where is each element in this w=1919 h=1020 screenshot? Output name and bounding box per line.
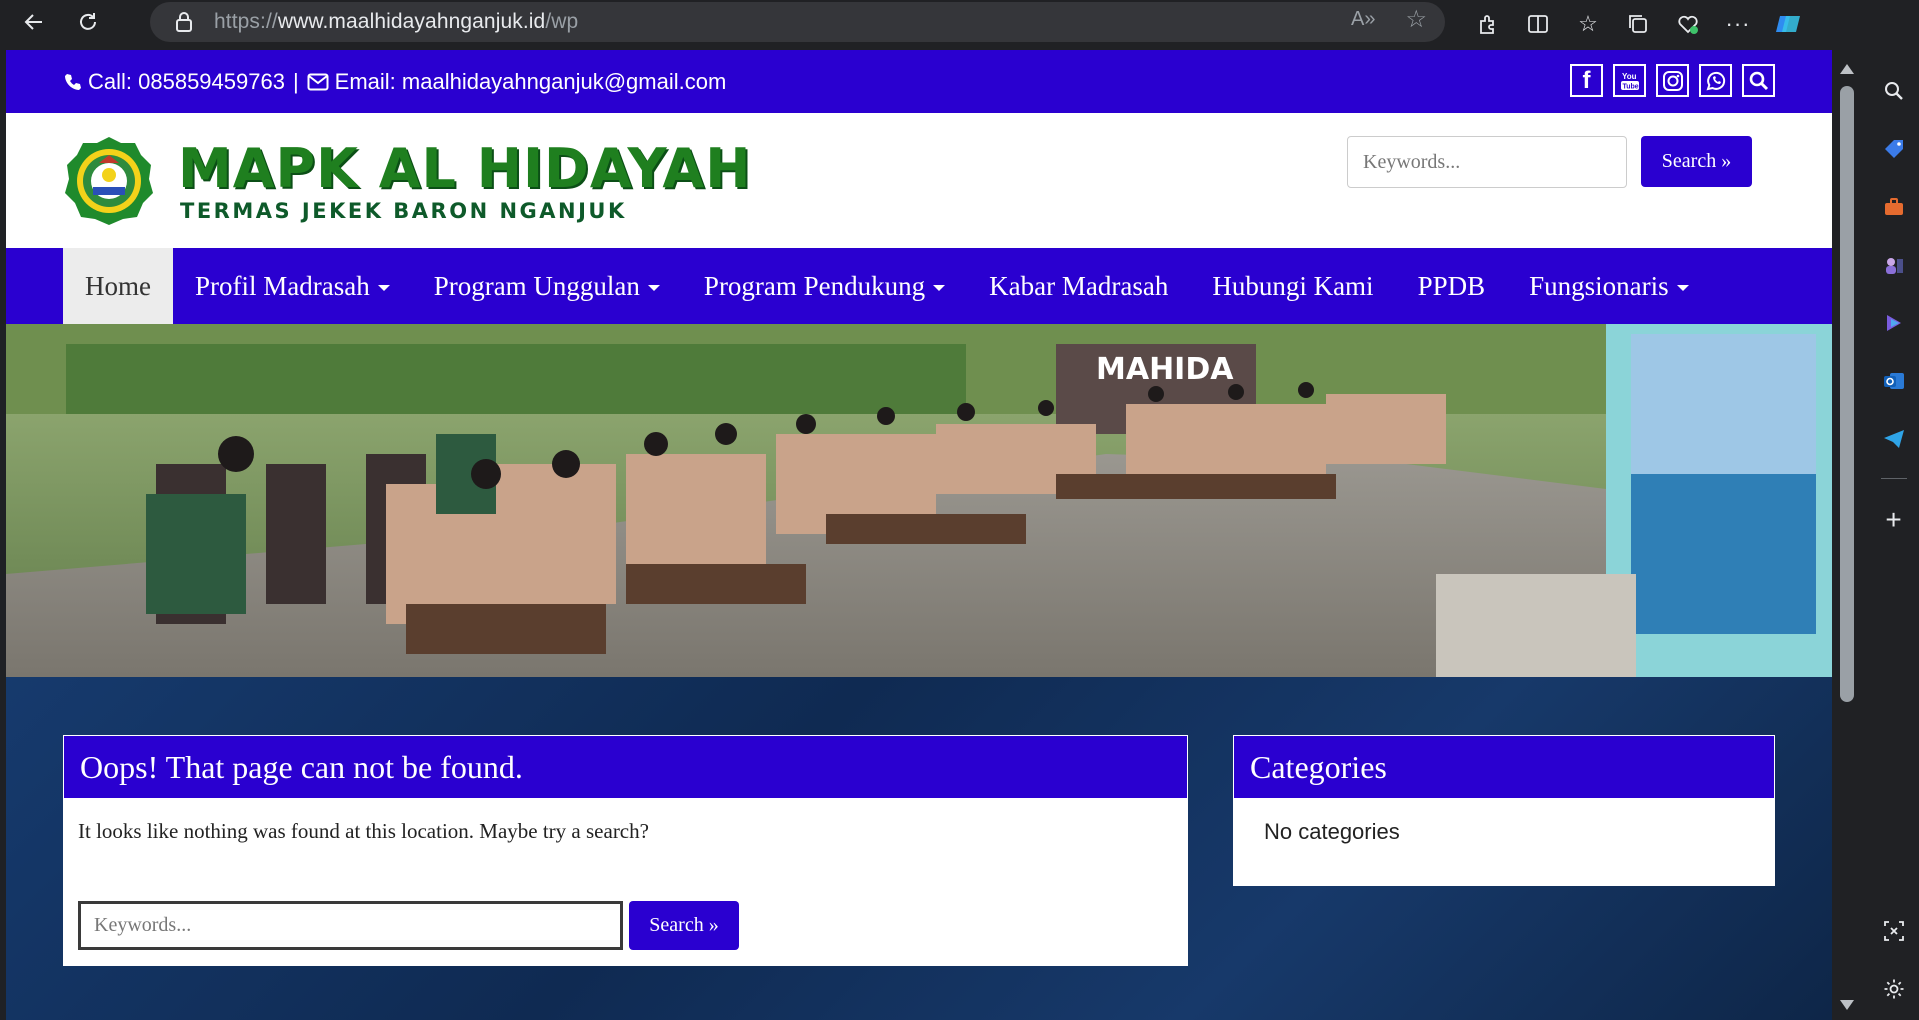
nav-item-label: Home	[85, 270, 151, 301]
browser-essentials-icon[interactable]	[1668, 4, 1708, 44]
caret-down-icon	[1676, 284, 1689, 291]
contact-phone: Call: 085859459763	[88, 68, 285, 94]
nav-item-fungsionaris[interactable]: Fungsionaris	[1507, 248, 1711, 324]
social-links: f You Tube	[1570, 64, 1775, 97]
favorites-icon[interactable]: ☆	[1568, 4, 1608, 44]
edge-sidebar: +	[1868, 50, 1919, 1020]
categories-title: Categories	[1233, 735, 1775, 799]
hero-photo: MAHIDA	[6, 324, 1832, 677]
brand-subtitle: TERMAS JEKEK BARON NGANJUK	[180, 199, 627, 223]
copilot-sidebar-icon[interactable]	[1877, 306, 1911, 340]
facebook-icon[interactable]: f	[1570, 64, 1603, 97]
nav-item-label: Profil Madrasah	[194, 270, 370, 301]
instagram-icon[interactable]	[1656, 64, 1689, 97]
categories-widget: Categories No categories	[1233, 735, 1775, 886]
nav-item-label: PPDB	[1417, 270, 1486, 301]
caret-down-icon	[647, 284, 660, 291]
nav-item-label: Program Unggulan	[433, 270, 640, 301]
nav-item-kabar-madrasah[interactable]: Kabar Madrasah	[967, 248, 1190, 324]
extensions-icon[interactable]	[1468, 4, 1508, 44]
add-sidebar-app-icon[interactable]: +	[1877, 503, 1911, 537]
not-found-message: It looks like nothing was found at this …	[78, 819, 649, 843]
sidebar-divider	[1880, 478, 1907, 479]
page-search-button[interactable]: Search »	[629, 901, 739, 950]
youtube-icon[interactable]: You Tube	[1613, 64, 1646, 97]
nav-item-program-pendukung[interactable]: Program Pendukung	[682, 248, 967, 324]
read-aloud-icon[interactable]: A»	[1351, 8, 1375, 32]
contact-email: Email: maalhidayahnganjuk@gmail.com	[334, 68, 727, 94]
phone-icon	[63, 72, 83, 92]
caret-down-icon	[377, 284, 390, 291]
shopping-tag-icon[interactable]	[1877, 132, 1911, 166]
search-icon[interactable]	[1742, 64, 1775, 97]
sidebar-search-icon[interactable]	[1877, 74, 1911, 108]
send-telegram-icon[interactable]	[1877, 422, 1911, 456]
page-scrollbar[interactable]	[1832, 50, 1868, 1020]
collections-icon[interactable]	[1618, 4, 1658, 44]
browser-window: https://www.maalhidayahnganjuk.id/wp A» …	[0, 0, 1919, 1020]
browser-toolbar: https://www.maalhidayahnganjuk.id/wp A» …	[0, 0, 1919, 50]
back-icon[interactable]	[14, 2, 54, 42]
scrollbar-thumb[interactable]	[1840, 86, 1854, 702]
games-icon[interactable]	[1877, 248, 1911, 282]
caret-down-icon	[933, 284, 946, 291]
scroll-up-arrow-icon[interactable]	[1840, 64, 1854, 74]
svg-text:You: You	[1622, 72, 1637, 81]
contact-separator: |	[292, 68, 299, 94]
page-viewport: Call: 085859459763 | Email: maalhidayahn…	[6, 50, 1832, 1020]
not-found-title: Oops! That page can not be found.	[63, 735, 1188, 799]
nav-item-ppdb[interactable]: PPDB	[1396, 248, 1508, 324]
whatsapp-icon[interactable]	[1699, 64, 1732, 97]
content-area: Oops! That page can not be found. It loo…	[6, 677, 1832, 1020]
header-search-input[interactable]	[1347, 136, 1627, 188]
nav-item-label: Fungsionaris	[1529, 270, 1669, 301]
nav-item-label: Kabar Madrasah	[989, 270, 1169, 301]
main-navigation: Home Profil Madrasah Program Unggulan Pr…	[6, 248, 1832, 324]
scroll-down-arrow-icon[interactable]	[1840, 1000, 1854, 1010]
tools-icon[interactable]	[1877, 190, 1911, 224]
copilot-icon[interactable]	[1768, 4, 1808, 44]
school-emblem-logo[interactable]	[63, 135, 155, 232]
contact-bar: Call: 085859459763 | Email: maalhidayahn…	[6, 50, 1832, 113]
nav-item-hubungi-kami[interactable]: Hubungi Kami	[1190, 248, 1395, 324]
envelope-icon	[307, 73, 329, 91]
header-search-button[interactable]: Search »	[1641, 136, 1752, 187]
reload-icon[interactable]	[68, 2, 108, 42]
outlook-icon[interactable]	[1877, 364, 1911, 398]
nav-item-program-unggulan[interactable]: Program Unggulan	[412, 248, 682, 324]
more-options-icon[interactable]: ···	[1718, 4, 1758, 44]
nav-item-label: Hubungi Kami	[1212, 270, 1374, 301]
site-header: MAPK AL HIDAYAH TERMAS JEKEK BARON NGANJ…	[6, 113, 1832, 248]
nav-item-home[interactable]: Home	[63, 248, 173, 324]
favorite-star-icon[interactable]: ☆	[1405, 8, 1427, 32]
svg-text:Tube: Tube	[1622, 83, 1638, 90]
url-text: https://www.maalhidayahnganjuk.id/wp	[214, 10, 579, 33]
not-found-panel: Oops! That page can not be found. It loo…	[63, 735, 1188, 966]
settings-gear-icon[interactable]	[1877, 972, 1911, 1006]
page-search-input[interactable]	[78, 901, 623, 950]
categories-empty-text: No categories	[1264, 819, 1400, 844]
lock-icon[interactable]	[174, 11, 196, 33]
school-sign-text: MAHIDA	[1096, 352, 1234, 387]
brand-title[interactable]: MAPK AL HIDAYAH	[178, 141, 751, 197]
screenshot-icon[interactable]	[1877, 914, 1911, 948]
nav-item-profil-madrasah[interactable]: Profil Madrasah	[173, 248, 412, 324]
address-bar[interactable]: https://www.maalhidayahnganjuk.id/wp A» …	[150, 2, 1445, 42]
split-screen-icon[interactable]	[1518, 4, 1558, 44]
nav-item-label: Program Pendukung	[703, 270, 926, 301]
